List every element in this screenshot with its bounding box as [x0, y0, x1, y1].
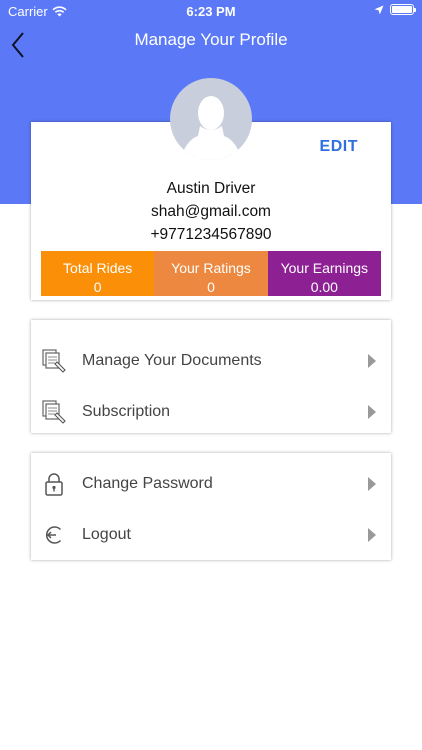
- profile-phone: +9771234567890: [150, 226, 272, 243]
- location-arrow-icon: [374, 5, 384, 14]
- edit-profile-button[interactable]: EDIT: [320, 138, 358, 156]
- menu-item-label: Subscription: [82, 403, 171, 420]
- stat-value: 0: [207, 279, 215, 295]
- stat-value: 0: [93, 279, 102, 295]
- status-bar: Carrier 6:23 PM: [0, 0, 422, 22]
- stat-label: Your Earnings: [280, 260, 369, 276]
- status-time: 6:23 PM: [186, 4, 236, 19]
- chevron-right-icon: [368, 354, 376, 368]
- battery-icon: [390, 4, 416, 15]
- stat-your-earnings: Your Earnings 0.00: [267, 251, 381, 296]
- stats-bar: Total Rides 0 Your Ratings 0 Your Earnin…: [41, 251, 381, 296]
- stat-label: Your Ratings: [171, 260, 251, 276]
- subscription-icon: [41, 399, 67, 425]
- menu-item-manage-documents[interactable]: Manage Your Documents: [31, 341, 391, 381]
- stat-label: Total Rides: [63, 260, 133, 276]
- menu-item-change-password[interactable]: Change Password: [31, 464, 391, 504]
- lock-icon: [41, 471, 67, 497]
- documents-icon: [41, 348, 67, 374]
- chevron-right-icon: [368, 528, 376, 542]
- profile-email: shah@gmail.com: [151, 203, 271, 220]
- avatar: [170, 78, 252, 160]
- status-right: [374, 4, 416, 15]
- menu-item-subscription[interactable]: Subscription: [31, 392, 391, 432]
- menu-group-account: Change Password Logout: [31, 453, 391, 560]
- menu-item-label: Logout: [82, 526, 131, 543]
- menu-group-documents: Manage Your Documents Subscription: [31, 320, 391, 433]
- nav-bar: Manage Your Profile: [0, 22, 422, 58]
- stat-total-rides: Total Rides 0: [41, 251, 155, 296]
- chevron-right-icon: [368, 405, 376, 419]
- stat-value: 0.00: [310, 279, 338, 295]
- stat-your-ratings: Your Ratings 0: [154, 251, 268, 296]
- menu-item-logout[interactable]: Logout: [31, 515, 391, 555]
- logout-icon: [41, 522, 67, 548]
- user-silhouette-icon: [180, 96, 242, 160]
- menu-item-label: Change Password: [82, 475, 213, 492]
- profile-name: Austin Driver: [166, 180, 256, 197]
- page-title: Manage Your Profile: [134, 30, 288, 49]
- chevron-right-icon: [368, 477, 376, 491]
- menu-item-label: Manage Your Documents: [82, 352, 262, 369]
